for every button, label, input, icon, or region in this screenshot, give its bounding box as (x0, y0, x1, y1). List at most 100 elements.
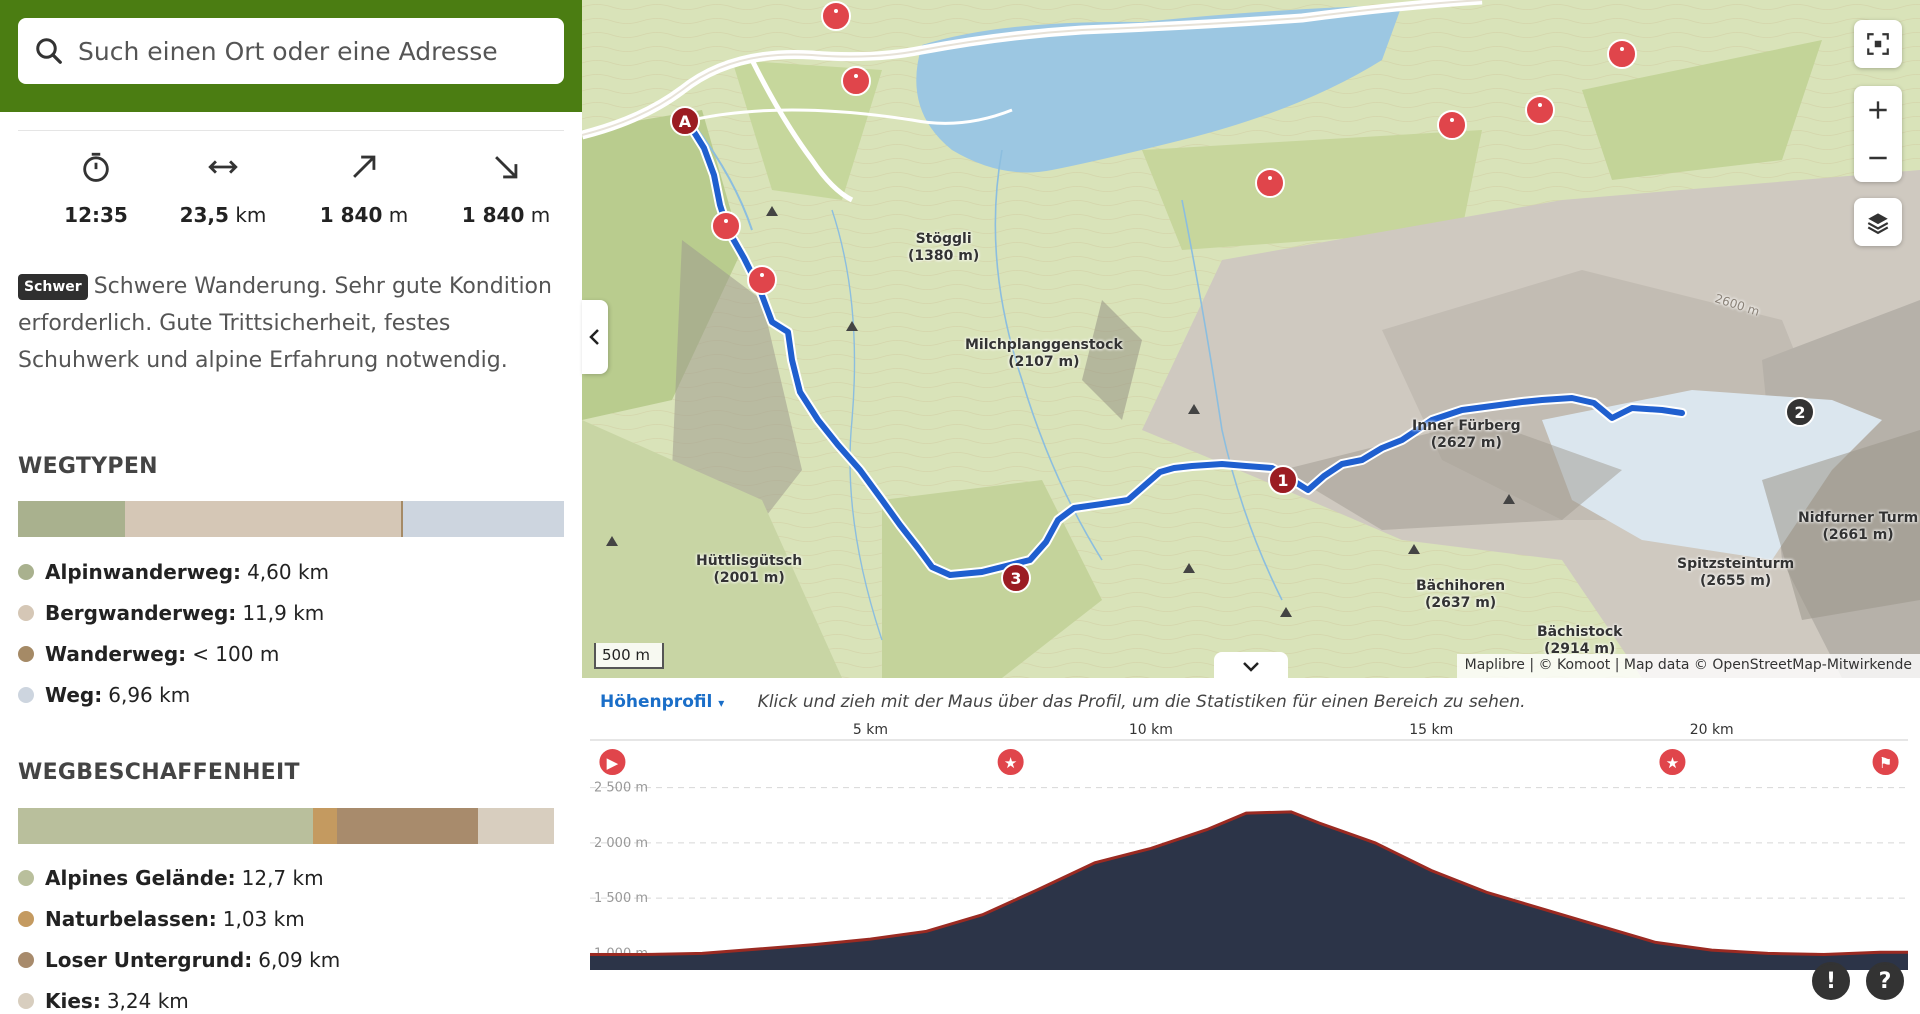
bar-segment (478, 808, 554, 844)
legend-item[interactable]: Alpines Gelände: 12,7 km (18, 857, 564, 898)
waypoint-3-marker[interactable]: 3 (1001, 563, 1031, 593)
fullscreen-icon (1867, 33, 1889, 55)
tour-stats: 12:35 23,5 km 1 840 m 1 840 m (18, 130, 564, 250)
waytypes-legend: Alpinwanderweg: 4,60 km Bergwanderweg: 11,9… (18, 551, 564, 715)
legend-value: 4,60 km (247, 559, 330, 584)
y-tick-label: 2 000 m (594, 836, 648, 851)
stopwatch-icon (83, 152, 109, 182)
legend-value: 6,96 km (108, 682, 191, 707)
waypoint-start-marker[interactable]: A (670, 106, 700, 136)
peak-label: Spitzsteinturm (2655 m) (1677, 556, 1795, 589)
bar-segment (18, 808, 313, 844)
start-icon: ▶ (607, 754, 619, 772)
search-header (0, 0, 582, 112)
bar-segment (336, 808, 479, 844)
waytypes-bar (18, 501, 564, 537)
caret-down-icon: ▾ (718, 696, 725, 710)
bar-segment (18, 501, 126, 537)
distance-icon (208, 160, 238, 174)
peak-label: Inner Fürberg (2627 m) (1412, 418, 1521, 451)
fullscreen-button[interactable] (1854, 20, 1902, 68)
help-button[interactable]: ? (1866, 962, 1904, 1000)
y-tick-label: 2 500 m (594, 781, 648, 796)
legend-dot (18, 992, 34, 1009)
collapse-sidebar-button[interactable] (582, 300, 608, 374)
legend-dot (18, 910, 34, 927)
feedback-button[interactable]: ! (1812, 962, 1850, 1000)
peak-label: Bächistock (2914 m) (1537, 624, 1623, 657)
x-tick-label: 15 km (1409, 722, 1453, 738)
bar-segment (312, 808, 337, 844)
legend-item[interactable]: Loser Untergrund: 6,09 km (18, 939, 564, 980)
waytypes-title: WEGTYPEN (18, 454, 158, 479)
peak-label: Milchplanggenstock (2107 m) (965, 337, 1123, 370)
legend-label: Wanderweg: (45, 641, 187, 666)
map-canvas[interactable]: A 1 2 3 Stöggli (1380 m) Milchplanggensto… (582, 0, 1920, 678)
legend-label: Kies: (45, 988, 101, 1013)
downhill-icon (495, 156, 518, 179)
legend-dot (18, 645, 34, 662)
legend-dot (18, 563, 34, 580)
search-box[interactable] (18, 18, 564, 84)
legend-value: 3,24 km (106, 988, 189, 1013)
waypoint-1-marker[interactable]: 1 (1268, 465, 1298, 495)
zoom-in-button[interactable] (1854, 86, 1902, 134)
layers-button[interactable] (1854, 198, 1902, 246)
minus-icon (1869, 156, 1887, 160)
chevron-down-icon (1243, 662, 1259, 672)
toggle-profile-button[interactable] (1214, 652, 1288, 682)
profile-type-dropdown[interactable]: Höhenprofil ▾ (600, 692, 724, 712)
map-attribution: Maplibre | © Komoot | Map data © OpenStr… (1456, 654, 1920, 678)
elevation-profile-panel: Höhenprofil ▾ Klick und zieh mit der Mau… (582, 678, 1920, 1014)
difficulty-description: Schwer Schwere Wanderung. Sehr gute Kondi… (18, 268, 564, 379)
surfaces-bar (18, 808, 564, 844)
legend-label: Bergwanderweg: (45, 600, 237, 625)
peak-label: Nidfurner Turm (2661 m) (1798, 510, 1919, 543)
stat-distance: 23,5 km (155, 131, 291, 227)
legend-value: 12,7 km (241, 865, 324, 890)
legend-label: Alpines Gelände: (45, 865, 236, 890)
question-icon: ? (1878, 968, 1892, 994)
difficulty-text: Schwere Wanderung. Sehr gute Kondition e… (18, 274, 552, 373)
legend-item[interactable]: Alpinwanderweg: 4,60 km (18, 551, 564, 592)
highlight-icon: ★ (1004, 754, 1017, 772)
plus-icon (1869, 101, 1887, 119)
route-sidebar: 12:35 23,5 km 1 840 m 1 840 m SchwerSchw… (0, 0, 582, 1014)
elevation-chart[interactable]: 5 km 10 km 15 km 20 km 2 500 m 2 000 m 1 500 … (582, 720, 1920, 1014)
surfaces-title: WEGBESCHAFFENHEIT (18, 760, 300, 785)
legend-item[interactable]: Wanderweg: < 100 m (18, 633, 564, 674)
finish-icon: ⚑ (1879, 754, 1892, 772)
x-tick-label: 10 km (1129, 722, 1173, 738)
y-tick-label: 1 500 m (594, 891, 648, 906)
bar-segment (402, 501, 564, 537)
legend-label: Alpinwanderweg: (45, 559, 242, 584)
legend-item[interactable]: Kies: 3,24 km (18, 980, 564, 1014)
zoom-out-button[interactable] (1854, 134, 1902, 182)
peak-label: Stöggli (1380 m) (908, 231, 980, 264)
stat-ascent: 1 840 m (296, 131, 432, 227)
legend-value: 1,03 km (222, 906, 305, 931)
x-tick-label: 5 km (853, 722, 888, 738)
search-icon (36, 38, 62, 64)
legend-label: Weg: (45, 682, 103, 707)
legend-dot (18, 951, 34, 968)
search-input[interactable] (78, 36, 548, 66)
legend-dot (18, 869, 34, 886)
legend-item[interactable]: Naturbelassen: 1,03 km (18, 898, 564, 939)
stat-descent: 1 840 m (438, 131, 574, 227)
chevron-left-icon (589, 329, 599, 345)
waypoint-2-marker[interactable]: 2 (1785, 397, 1815, 427)
legend-dot (18, 686, 34, 703)
highlight-icon: ★ (1666, 754, 1679, 772)
legend-value: 6,09 km (258, 947, 341, 972)
map-scale: 500 m (594, 643, 664, 669)
layers-icon (1867, 213, 1889, 235)
legend-item[interactable]: Weg: 6,96 km (18, 674, 564, 715)
peak-label: Hüttlisgütsch (2001 m) (696, 553, 803, 586)
zoom-controls (1854, 86, 1902, 182)
legend-label: Loser Untergrund: (45, 947, 253, 972)
difficulty-badge: Schwer (18, 274, 88, 300)
legend-item[interactable]: Bergwanderweg: 11,9 km (18, 592, 564, 633)
uphill-icon (353, 155, 376, 178)
legend-value: 11,9 km (242, 600, 325, 625)
